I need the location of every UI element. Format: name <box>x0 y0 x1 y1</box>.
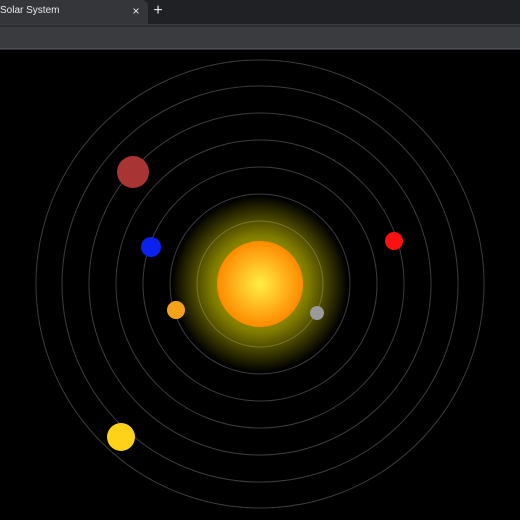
tab-strip: Solar System × + <box>0 0 520 24</box>
browser-window: Solar System × + <box>0 0 520 520</box>
browser-toolbar <box>0 24 520 50</box>
solar-system-canvas <box>0 50 520 520</box>
sun <box>217 241 303 327</box>
planet-red <box>385 232 403 250</box>
close-icon[interactable]: × <box>129 3 143 19</box>
address-bar[interactable] <box>0 27 520 49</box>
tab-title: Solar System <box>0 5 60 16</box>
new-tab-icon[interactable]: + <box>150 2 166 20</box>
planet-yellow <box>107 423 135 451</box>
solar-system-svg <box>0 50 520 520</box>
tab-solar-system[interactable]: Solar System × <box>0 0 148 24</box>
planet-orange <box>167 301 185 319</box>
planet-grey <box>310 306 324 320</box>
sun-group <box>172 196 348 372</box>
planet-blue <box>141 237 161 257</box>
planet-maroon <box>117 156 149 188</box>
